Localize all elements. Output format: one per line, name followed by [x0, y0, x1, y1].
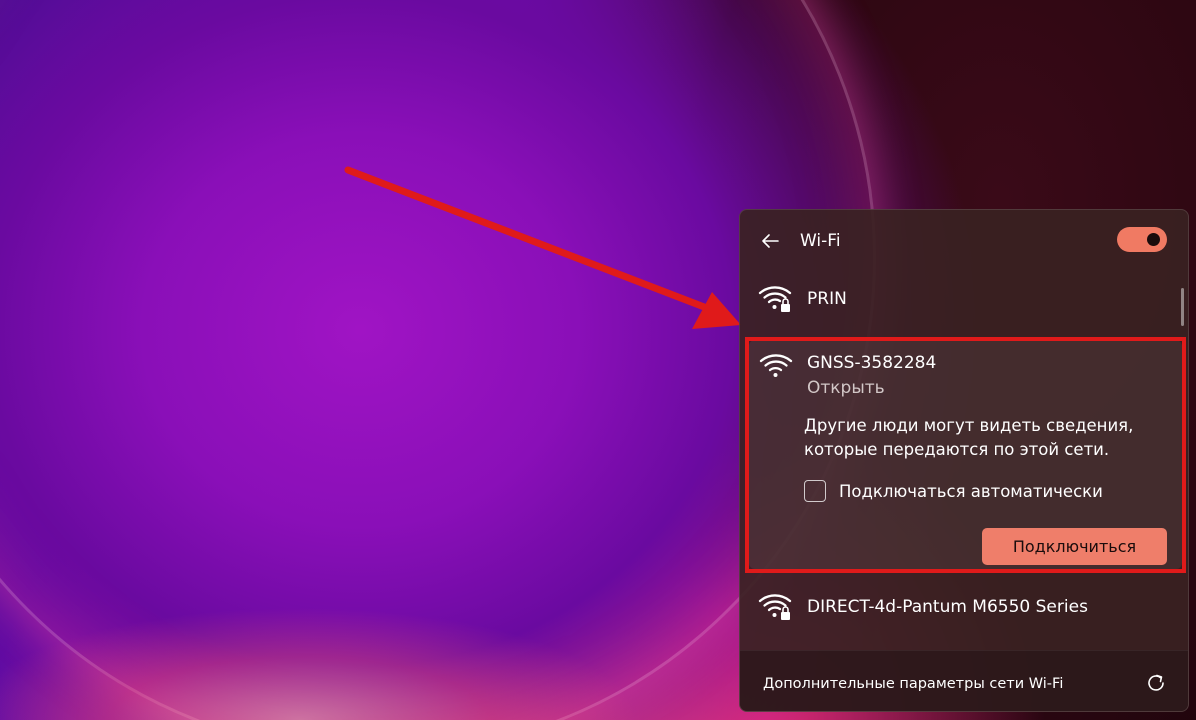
- more-wifi-settings-link[interactable]: Дополнительные параметры сети Wi-Fi: [763, 674, 1063, 694]
- toggle-knob: [1147, 233, 1160, 246]
- network-item-expanded[interactable]: GNSS-3582284 Открыть Другие люди могут в…: [749, 340, 1182, 569]
- network-name: PRIN: [807, 289, 847, 309]
- wifi-lock-icon: [758, 594, 792, 620]
- flyout-footer: Дополнительные параметры сети Wi-Fi: [740, 650, 1188, 711]
- security-warning: Другие люди могут видеть сведения, котор…: [804, 416, 1134, 459]
- auto-connect-option[interactable]: Подключаться автоматически: [804, 480, 1144, 504]
- wifi-lock-icon: [758, 286, 792, 312]
- wifi-flyout: Wi-Fi PRIN GNSS-3582284 Открыть Другие л…: [739, 209, 1189, 712]
- wifi-icon: [759, 354, 793, 377]
- flyout-header: Wi-Fi: [740, 210, 1188, 272]
- network-item-prin[interactable]: PRIN: [740, 270, 1180, 330]
- scrollbar[interactable]: [1181, 288, 1184, 326]
- network-item-direct-pantum[interactable]: DIRECT-4d-Pantum M6550 Series: [740, 578, 1180, 638]
- flyout-title: Wi-Fi: [800, 231, 841, 251]
- back-button[interactable]: [758, 230, 782, 252]
- network-status: Открыть: [807, 378, 885, 398]
- network-name: GNSS-3582284: [807, 353, 937, 373]
- auto-connect-label: Подключаться автоматически: [839, 482, 1103, 501]
- auto-connect-checkbox[interactable]: [804, 480, 826, 502]
- wifi-toggle[interactable]: [1117, 227, 1167, 252]
- back-arrow-icon: [762, 234, 779, 248]
- network-name: DIRECT-4d-Pantum M6550 Series: [807, 597, 1088, 617]
- connect-button[interactable]: Подключиться: [982, 528, 1167, 565]
- refresh-icon[interactable]: [1144, 671, 1168, 695]
